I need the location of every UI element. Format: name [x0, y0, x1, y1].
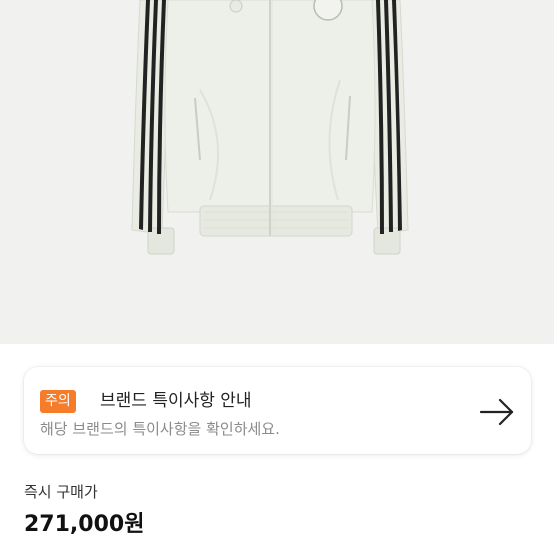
notice-title: 브랜드 특이사항 안내: [100, 391, 252, 411]
jacket-illustration: [131, 0, 409, 255]
arrow-right-icon[interactable]: [478, 397, 516, 427]
price-value: 271,000원: [24, 512, 145, 537]
caution-badge: 주의: [40, 390, 76, 413]
brand-notice-card[interactable]: 주의 브랜드 특이사항 안내 해당 브랜드의 특이사항을 확인하세요.: [24, 367, 531, 454]
price-label: 즉시 구매가: [24, 483, 98, 501]
notice-description: 해당 브랜드의 특이사항을 확인하세요.: [40, 420, 280, 438]
product-image[interactable]: [0, 0, 554, 344]
